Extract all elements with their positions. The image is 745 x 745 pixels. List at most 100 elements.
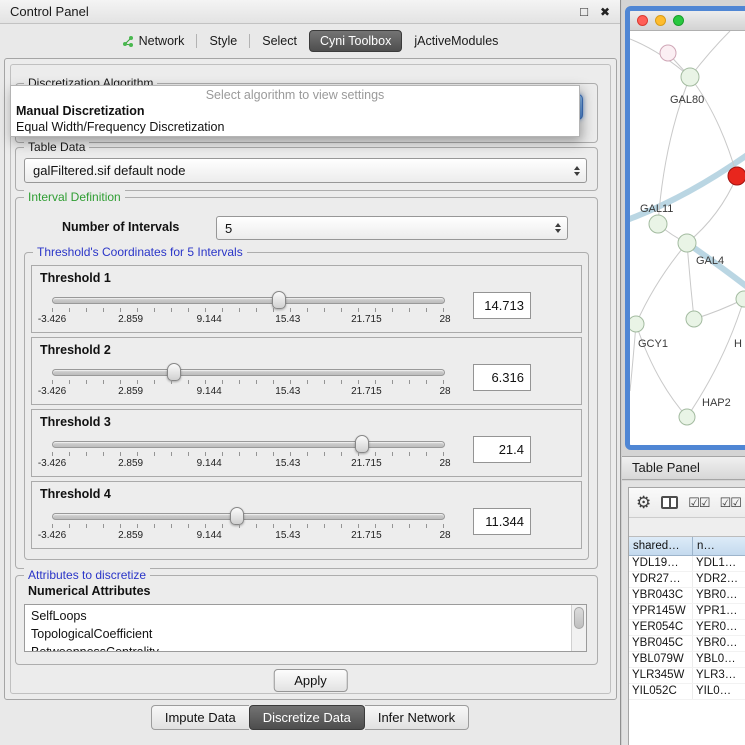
deselect-columns-icon[interactable]: [720, 495, 741, 511]
network-node[interactable]: [678, 234, 696, 252]
close-window-icon[interactable]: [637, 15, 648, 26]
network-node[interactable]: [681, 68, 699, 86]
minimize-window-icon[interactable]: [655, 15, 666, 26]
table-row[interactable]: YBL079WYBL0…: [629, 652, 745, 668]
float-window-icon[interactable]: [580, 5, 588, 18]
num-intervals-combobox[interactable]: 5: [216, 216, 568, 240]
group-title-thresholds: Threshold's Coordinates for 5 Intervals: [33, 245, 247, 259]
slider-track[interactable]: [52, 297, 445, 304]
list-scrollbar[interactable]: [571, 605, 586, 651]
apply-button[interactable]: Apply: [273, 669, 348, 692]
table-cell[interactable]: YDR27…: [629, 572, 693, 587]
tab-impute-data[interactable]: Impute Data: [151, 705, 249, 730]
network-edge[interactable]: [690, 77, 737, 176]
threshold-value-field[interactable]: 14.713: [473, 292, 531, 319]
threshold-slider[interactable]: -3.4262.8599.14415.4321.71528: [40, 434, 457, 474]
table-row[interactable]: YPR145WYPR1…: [629, 604, 745, 620]
network-canvas[interactable]: GAL80GAL11GAL4GCY1HHAP2: [630, 31, 745, 445]
table-cell[interactable]: YDR2…: [693, 572, 745, 587]
control-panel: Control Panel Network Style Select Cyni …: [0, 0, 621, 745]
table-cell[interactable]: YLR345W: [629, 668, 693, 683]
table-cell[interactable]: YBR043C: [629, 588, 693, 603]
table-cell[interactable]: YER054C: [629, 620, 693, 635]
slider-thumb[interactable]: [355, 435, 369, 453]
column-header-shared-name[interactable]: shared…: [629, 537, 693, 555]
network-node[interactable]: [630, 316, 644, 332]
table-cell[interactable]: YBR045C: [629, 636, 693, 651]
threshold-label: Threshold 2: [40, 343, 111, 357]
tab-style[interactable]: Style: [200, 30, 246, 52]
tab-select[interactable]: Select: [253, 30, 306, 52]
table-data-group: Table Data galFiltered.sif default node: [15, 147, 598, 191]
network-node[interactable]: [679, 409, 695, 425]
table-row[interactable]: YIL052CYIL0…: [629, 684, 745, 700]
threshold-value-field[interactable]: 11.344: [473, 508, 531, 535]
tab-discretize-data[interactable]: Discretize Data: [249, 705, 365, 730]
table-row[interactable]: YER054CYER0…: [629, 620, 745, 636]
tab-cyni-toolbox[interactable]: Cyni Toolbox: [309, 30, 402, 52]
columns-layout-icon[interactable]: [661, 496, 678, 509]
table-row[interactable]: YDR27…YDR2…: [629, 572, 745, 588]
table-cell[interactable]: YPR145W: [629, 604, 693, 619]
table-cell[interactable]: YBL0…: [693, 652, 745, 667]
scrollbar-thumb[interactable]: [574, 607, 584, 629]
table-cell[interactable]: YLR3…: [693, 668, 745, 683]
slider-track[interactable]: [52, 369, 445, 376]
close-panel-icon[interactable]: [600, 5, 610, 18]
threshold-panel: Threshold 1 -3.4262.8599.14415.4321.71528…: [31, 265, 582, 333]
attribute-list-item[interactable]: TopologicalCoefficient: [31, 625, 586, 643]
table-cell[interactable]: YDL19…: [629, 556, 693, 571]
table-cell[interactable]: YIL052C: [629, 684, 693, 699]
algorithm-dropdown-popup: Select algorithm to view settings Manual…: [10, 85, 580, 137]
network-node[interactable]: [649, 215, 667, 233]
slider-scale-label: 28: [439, 458, 450, 469]
column-header-name[interactable]: n…: [693, 537, 745, 555]
table-cell[interactable]: YDL1…: [693, 556, 745, 571]
network-edge[interactable]: [630, 324, 636, 391]
threshold-slider[interactable]: -3.4262.8599.14415.4321.71528: [40, 506, 457, 546]
slider-scale-label: -3.426: [38, 530, 66, 541]
network-node[interactable]: [660, 45, 676, 61]
slider-track[interactable]: [52, 441, 445, 448]
slider-scale-label: 15.43: [275, 530, 300, 541]
table-cell[interactable]: YBR0…: [693, 636, 745, 651]
slider-scale-label: 9.144: [197, 386, 222, 397]
network-node[interactable]: [736, 291, 745, 307]
slider-thumb[interactable]: [167, 363, 181, 381]
slider-thumb[interactable]: [272, 291, 286, 309]
threshold-value-field[interactable]: 21.4: [473, 436, 531, 463]
attribute-list-item[interactable]: BetweennessCentrality: [31, 643, 586, 652]
network-edge[interactable]: [636, 243, 687, 324]
slider-track[interactable]: [52, 513, 445, 520]
attribute-list-item[interactable]: SelfLoops: [31, 607, 586, 625]
table-cell[interactable]: YBR0…: [693, 588, 745, 603]
table-row[interactable]: YDL19…YDL1…: [629, 556, 745, 572]
dropdown-option-manual-discretization[interactable]: Manual Discretization: [11, 103, 579, 119]
threshold-slider[interactable]: -3.4262.8599.14415.4321.71528: [40, 362, 457, 402]
tab-jactivemodules[interactable]: jActiveModules: [405, 30, 507, 52]
table-cell[interactable]: YER0…: [693, 620, 745, 635]
threshold-slider[interactable]: -3.4262.8599.14415.4321.71528: [40, 290, 457, 330]
table-row[interactable]: YBR045CYBR0…: [629, 636, 745, 652]
tab-infer-network[interactable]: Infer Network: [365, 705, 469, 730]
network-node[interactable]: [686, 311, 702, 327]
table-settings-gear-icon[interactable]: [636, 494, 651, 511]
tab-network[interactable]: Network: [113, 30, 194, 52]
slider-scale-label: 9.144: [197, 530, 222, 541]
slider-thumb[interactable]: [230, 507, 244, 525]
threshold-value-field[interactable]: 6.316: [473, 364, 531, 391]
table-row[interactable]: YBR043CYBR0…: [629, 588, 745, 604]
table-row[interactable]: YLR345WYLR3…: [629, 668, 745, 684]
table-data-combobox[interactable]: galFiltered.sif default node: [24, 158, 587, 183]
threshold-label: Threshold 1: [40, 271, 111, 285]
table-cell[interactable]: YIL0…: [693, 684, 745, 699]
network-edge[interactable]: [630, 39, 690, 77]
zoom-window-icon[interactable]: [673, 15, 684, 26]
table-cell[interactable]: YPR1…: [693, 604, 745, 619]
network-edge[interactable]: [687, 243, 694, 319]
select-all-columns-icon[interactable]: [688, 495, 709, 511]
slider-ticks: [52, 452, 445, 456]
table-cell[interactable]: YBL079W: [629, 652, 693, 667]
dropdown-option-equal-width-frequency[interactable]: Equal Width/Frequency Discretization: [11, 119, 579, 135]
network-node[interactable]: [728, 167, 745, 185]
